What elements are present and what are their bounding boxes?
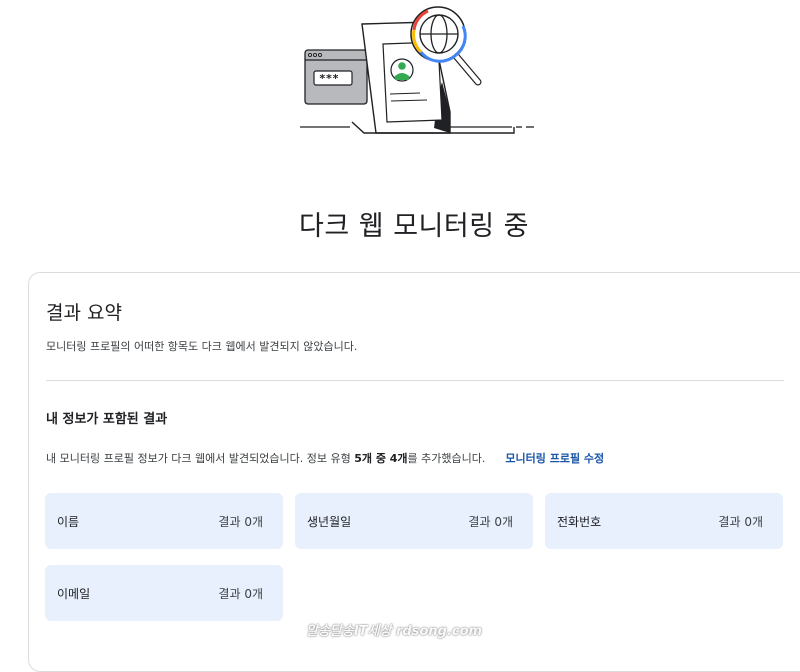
tile-label: 생년월일 bbox=[307, 514, 352, 529]
tile-label: 전화번호 bbox=[557, 514, 602, 529]
summary-title: 결과 요약 bbox=[46, 302, 122, 324]
page-title: 다크 웹 모니터링 중 bbox=[299, 211, 529, 242]
info-type-count: 5개 중 4개 bbox=[354, 452, 408, 465]
hero-illustration: *** bbox=[290, 0, 550, 145]
my-info-desc-before: 내 모니터링 프로필 정보가 다크 웹에서 발견되었습니다. 정보 유형 bbox=[46, 452, 355, 465]
password-mask-text: *** bbox=[319, 72, 339, 85]
my-info-description: 내 모니터링 프로필 정보가 다크 웹에서 발견되었습니다. 정보 유형 5개 … bbox=[46, 450, 604, 466]
my-info-desc-after: 를 추가했습니다. bbox=[407, 452, 486, 465]
edit-monitoring-profile-link[interactable]: 모니터링 프로필 수정 bbox=[505, 452, 604, 465]
section-divider bbox=[46, 380, 784, 381]
tile-phone-number[interactable]: 전화번호 결과 0개 bbox=[545, 493, 783, 549]
tile-result-count: 결과 0개 bbox=[468, 514, 513, 529]
tile-name[interactable]: 이름 결과 0개 bbox=[45, 493, 283, 549]
tile-result-count: 결과 0개 bbox=[218, 586, 263, 601]
dark-web-monitoring-illustration: *** bbox=[300, 6, 534, 134]
tile-email[interactable]: 이메일 결과 0개 bbox=[45, 565, 283, 621]
tile-result-count: 결과 0개 bbox=[218, 514, 263, 529]
tile-label: 이메일 bbox=[57, 586, 91, 601]
watermark: 알송달송IT세상 rdsong.com bbox=[306, 624, 483, 639]
tile-result-count: 결과 0개 bbox=[718, 514, 763, 529]
my-info-section-title: 내 정보가 포함된 결과 bbox=[46, 412, 168, 427]
tile-label: 이름 bbox=[57, 514, 80, 529]
summary-description: 모니터링 프로필의 어떠한 항목도 다크 웹에서 발견되지 않았습니다. bbox=[46, 340, 358, 353]
tile-birthdate[interactable]: 생년월일 결과 0개 bbox=[295, 493, 533, 549]
